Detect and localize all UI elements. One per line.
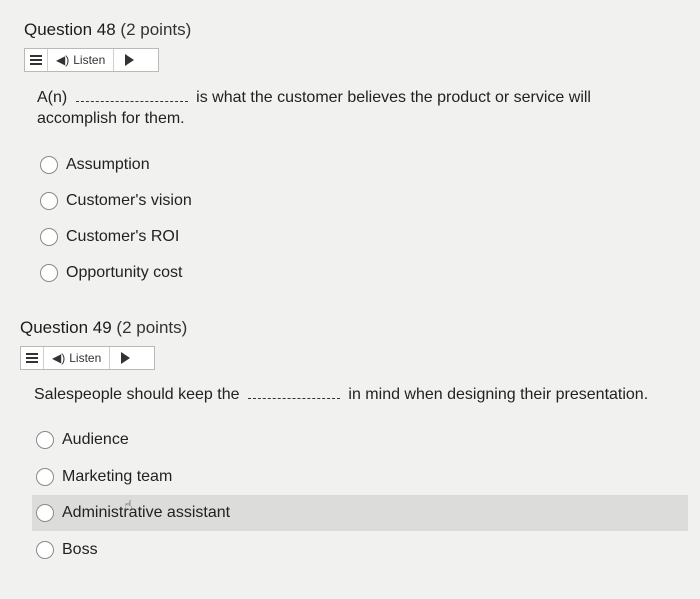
- listen-button[interactable]: ◀) Listen: [48, 49, 115, 71]
- question-49-title: Question 49 (2 points): [20, 318, 187, 338]
- stem-suffix: is what the customer believes the produc…: [196, 89, 591, 106]
- listen-label: Listen: [73, 53, 106, 67]
- radio-button[interactable]: [40, 228, 58, 246]
- question-49-stem: Salespeople should keep the in mind when…: [34, 384, 648, 405]
- menu-icon[interactable]: [25, 49, 48, 71]
- question-48-title: Question 48 (2 points): [24, 20, 191, 40]
- stem-prefix: A(n): [37, 89, 68, 106]
- question-title-text: Question 48: [24, 20, 116, 39]
- radio-button[interactable]: [36, 504, 54, 522]
- option-customers-vision[interactable]: Customer's vision: [40, 186, 192, 216]
- option-label: Customer's vision: [66, 192, 192, 209]
- option-label: Opportunity cost: [66, 264, 183, 281]
- menu-icon[interactable]: [21, 347, 44, 369]
- option-label: Marketing team: [62, 468, 173, 485]
- option-administrative-assistant[interactable]: Administrative assistant: [36, 498, 230, 528]
- listen-label: Listen: [69, 351, 102, 365]
- hand-cursor-icon: ☝: [124, 497, 133, 513]
- listen-widget-q48[interactable]: ◀) Listen: [24, 48, 159, 72]
- listen-widget-q49[interactable]: ◀) Listen: [20, 346, 155, 370]
- radio-button[interactable]: [40, 192, 58, 210]
- option-boss[interactable]: Boss: [36, 535, 98, 565]
- option-label: Administrative assistant: [62, 504, 231, 521]
- play-icon[interactable]: [114, 49, 144, 71]
- option-opportunity-cost[interactable]: Opportunity cost: [40, 258, 183, 288]
- option-assumption[interactable]: Assumption: [40, 150, 150, 180]
- radio-button[interactable]: [36, 541, 54, 559]
- play-icon[interactable]: [110, 347, 140, 369]
- speaker-icon: ◀): [56, 53, 70, 67]
- option-marketing-team[interactable]: Marketing team: [36, 462, 172, 492]
- radio-button[interactable]: [40, 264, 58, 282]
- listen-button[interactable]: ◀) Listen: [44, 347, 111, 369]
- stem-prefix: Salespeople should keep the: [34, 386, 240, 403]
- option-customers-roi[interactable]: Customer's ROI: [40, 222, 179, 252]
- radio-button[interactable]: [40, 156, 58, 174]
- option-label: Assumption: [66, 156, 150, 173]
- option-label: Boss: [62, 541, 98, 558]
- question-points: (2 points): [120, 20, 192, 39]
- fill-in-blank: [75, 91, 188, 102]
- option-audience[interactable]: Audience: [36, 425, 129, 455]
- option-label: Customer's ROI: [66, 228, 180, 245]
- question-title-text: Question 49: [20, 318, 112, 337]
- stem-line2: accomplish for them.: [37, 110, 185, 127]
- fill-in-blank: [247, 388, 340, 399]
- question-points: (2 points): [116, 318, 188, 337]
- stem-suffix: in mind when designing their presentatio…: [348, 386, 649, 403]
- radio-button[interactable]: [36, 431, 54, 449]
- question-48-stem-line2: accomplish for them.: [37, 108, 185, 129]
- radio-button[interactable]: [36, 468, 54, 486]
- speaker-icon: ◀): [52, 351, 66, 365]
- question-48-stem: A(n) is what the customer believes the p…: [37, 87, 591, 108]
- option-label: Audience: [62, 431, 129, 448]
